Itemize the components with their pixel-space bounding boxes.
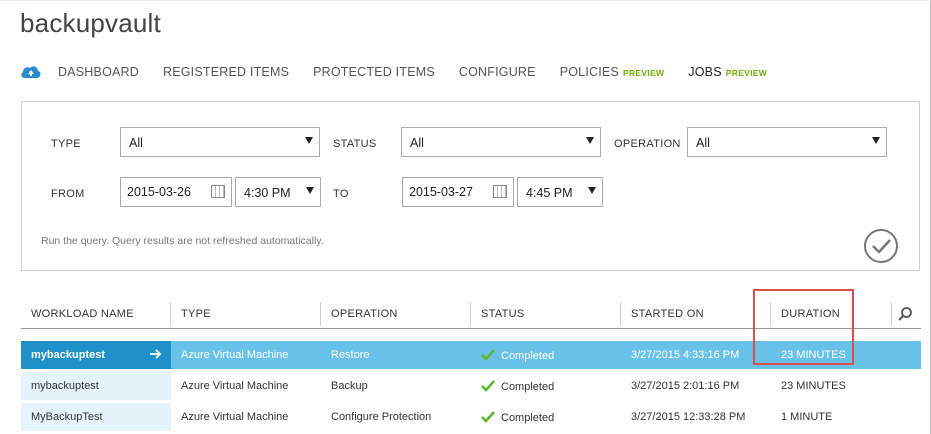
to-time-value: 4:45 PM <box>526 186 573 200</box>
check-icon <box>481 380 495 392</box>
operation-label: OPERATION <box>614 138 681 150</box>
column-divider <box>770 302 771 326</box>
row-operation: Backup <box>331 380 368 392</box>
check-icon <box>481 411 495 423</box>
tab-label: JOBS <box>688 65 722 79</box>
to-date-value: 2015-03-27 <box>409 185 473 199</box>
column-header-duration[interactable]: DURATION <box>781 308 840 320</box>
operation-select[interactable]: All <box>687 127 887 157</box>
tab-jobs[interactable]: JOBS PREVIEW <box>688 65 767 79</box>
from-date-input[interactable]: 2015-03-26 <box>120 177 232 207</box>
tab-label: POLICIES <box>559 65 619 79</box>
status-select-value: All <box>410 136 424 150</box>
page-title: backupvault <box>20 8 161 38</box>
from-time-value: 4:30 PM <box>244 186 291 200</box>
chevron-down-icon <box>872 137 880 144</box>
operation-select-value: All <box>696 136 710 150</box>
row-type: Azure Virtual Machine <box>181 380 289 392</box>
preview-badge: PREVIEW <box>622 68 665 78</box>
column-divider <box>620 302 621 326</box>
table-row[interactable]: mybackuptest Azure Virtual Machine Resto… <box>21 341 921 369</box>
top-nav: DASHBOARD REGISTERED ITEMS PROTECTED ITE… <box>20 62 791 82</box>
tab-dashboard[interactable]: DASHBOARD <box>58 65 139 79</box>
preview-badge: PREVIEW <box>725 68 768 78</box>
check-circle-icon[interactable] <box>863 228 899 264</box>
row-type: Azure Virtual Machine <box>181 349 289 361</box>
row-started-on: 3/27/2015 4:33:16 PM <box>631 349 740 361</box>
to-date-input[interactable]: 2015-03-27 <box>402 177 514 207</box>
type-select-value: All <box>129 136 143 150</box>
chevron-down-icon <box>586 137 594 144</box>
type-label: TYPE <box>51 138 81 150</box>
row-status-text: Completed <box>501 412 555 424</box>
row-workload-name: MyBackupTest <box>21 403 171 431</box>
search-icon[interactable] <box>897 306 913 322</box>
row-workload-name: mybackuptest <box>21 372 171 400</box>
calendar-icon[interactable] <box>211 185 225 198</box>
table-row[interactable]: mybackuptest Azure Virtual Machine Backu… <box>21 372 921 400</box>
from-date-value: 2015-03-26 <box>127 185 191 199</box>
tab-policies[interactable]: POLICIES PREVIEW <box>560 65 665 79</box>
row-type: Azure Virtual Machine <box>181 411 289 423</box>
row-operation: Configure Protection <box>331 411 432 423</box>
from-time-select[interactable]: 4:30 PM <box>235 177 321 207</box>
chevron-down-icon <box>588 187 596 194</box>
jobs-grid: WORKLOAD NAME TYPE OPERATION STATUS STAR… <box>21 298 921 431</box>
column-divider <box>470 302 471 326</box>
column-header-workload-name[interactable]: WORKLOAD NAME <box>31 308 134 320</box>
to-label: TO <box>333 188 349 200</box>
from-label: FROM <box>51 188 85 200</box>
table-row[interactable]: MyBackupTest Azure Virtual Machine Confi… <box>21 403 921 431</box>
backup-cloud-icon[interactable] <box>20 63 42 81</box>
column-header-started-on[interactable]: STARTED ON <box>631 308 704 320</box>
status-select[interactable]: All <box>401 127 601 157</box>
row-duration: 23 MINUTES <box>781 380 846 392</box>
row-started-on: 3/27/2015 2:01:16 PM <box>631 380 740 392</box>
query-hint: Run the query. Query results are not ref… <box>41 235 324 247</box>
column-header-type[interactable]: TYPE <box>181 308 211 320</box>
tab-configure[interactable]: CONFIGURE <box>459 65 536 79</box>
column-divider <box>320 302 321 326</box>
query-filter-panel: TYPE All STATUS All OPERATION All FROM 2… <box>21 101 920 271</box>
column-header-operation[interactable]: OPERATION <box>331 308 398 320</box>
row-duration: 23 MINUTES <box>781 349 846 361</box>
chevron-down-icon <box>305 137 313 144</box>
to-time-select[interactable]: 4:45 PM <box>517 177 603 207</box>
status-label: STATUS <box>333 138 377 150</box>
tab-label: REGISTERED ITEMS <box>162 65 290 79</box>
grid-header: WORKLOAD NAME TYPE OPERATION STATUS STAR… <box>21 298 921 329</box>
column-divider <box>170 302 171 326</box>
row-status-text: Completed <box>501 381 555 393</box>
row-status: Completed <box>481 349 554 362</box>
column-divider <box>891 302 892 326</box>
tab-protected-items[interactable]: PROTECTED ITEMS <box>313 65 435 79</box>
row-started-on: 3/27/2015 12:33:28 PM <box>631 411 746 423</box>
row-status: Completed <box>481 411 554 424</box>
chevron-down-icon <box>306 187 314 194</box>
row-status-text: Completed <box>501 350 555 362</box>
arrow-right-icon[interactable] <box>149 347 163 361</box>
tab-registered-items[interactable]: REGISTERED ITEMS <box>163 65 289 79</box>
row-status: Completed <box>481 380 554 393</box>
tab-label: CONFIGURE <box>458 65 536 79</box>
tab-label: PROTECTED ITEMS <box>313 65 435 79</box>
column-header-status[interactable]: STATUS <box>481 308 525 320</box>
calendar-icon[interactable] <box>493 185 507 198</box>
row-duration: 1 MINUTE <box>781 411 833 423</box>
type-select[interactable]: All <box>120 127 320 157</box>
tab-label: DASHBOARD <box>58 65 139 79</box>
check-icon <box>481 349 495 361</box>
row-operation: Restore <box>331 349 370 361</box>
